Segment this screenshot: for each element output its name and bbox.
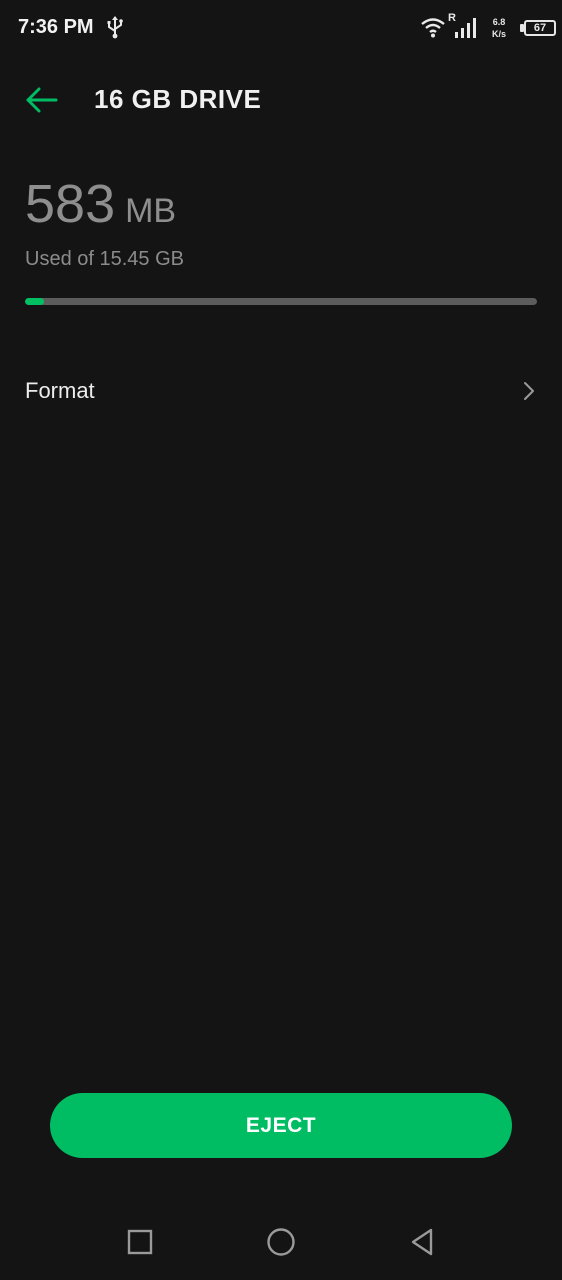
home-button[interactable]	[261, 1222, 301, 1262]
back-arrow-icon	[26, 87, 58, 113]
format-option[interactable]: Format	[0, 352, 562, 430]
system-nav-bar	[0, 1200, 562, 1280]
battery-icon: 67	[524, 20, 556, 36]
back-button[interactable]	[20, 80, 64, 120]
recents-button[interactable]	[120, 1222, 160, 1262]
used-caption: Used of 15.45 GB	[25, 248, 184, 270]
app-header: 16 GB DRIVE	[0, 68, 562, 132]
triangle-back-icon	[411, 1228, 433, 1256]
page-title: 16 GB DRIVE	[94, 84, 262, 114]
storage-progress-bar	[25, 298, 537, 305]
cellular-signal-icon	[455, 18, 476, 38]
chevron-right-icon	[524, 382, 534, 400]
used-unit: MB	[125, 192, 177, 230]
circle-home-icon	[267, 1228, 295, 1256]
used-value: 583	[25, 174, 116, 234]
eject-button[interactable]: EJECT	[50, 1093, 512, 1158]
square-recents-icon	[127, 1229, 153, 1255]
status-bar: 7:36 PM R 6.8 K/s 67	[0, 0, 562, 56]
nav-back-button[interactable]	[402, 1222, 442, 1262]
storage-usage: 583 MB Used of 15.45 GB	[25, 172, 537, 305]
storage-progress-fill	[25, 298, 44, 305]
format-label: Format	[25, 378, 95, 403]
network-speed-unit: K/s	[491, 29, 506, 39]
network-speed: 6.8 K/s	[484, 16, 514, 40]
battery-level: 67	[533, 22, 547, 34]
wifi-icon	[421, 18, 445, 38]
used-amount: 583 MB	[25, 172, 537, 236]
status-time: 7:36 PM	[18, 16, 94, 38]
usb-icon	[107, 16, 123, 39]
network-speed-value: 6.8	[492, 17, 506, 27]
